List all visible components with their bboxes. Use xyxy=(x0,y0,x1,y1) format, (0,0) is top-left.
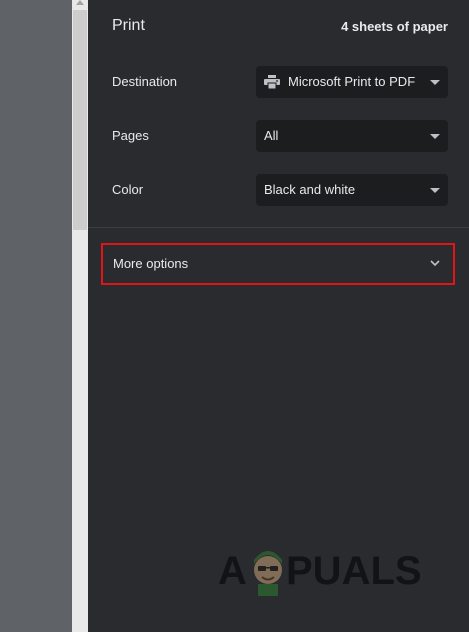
svg-text:A: A xyxy=(218,549,247,593)
svg-text:PUALS: PUALS xyxy=(286,549,422,593)
pages-label: Pages xyxy=(112,128,149,143)
destination-value: Microsoft Print to PDF xyxy=(288,74,416,89)
section-divider xyxy=(88,227,469,228)
scroll-up-arrow-icon[interactable] xyxy=(76,0,84,5)
preview-scrollbar[interactable] xyxy=(72,0,88,632)
color-label: Color xyxy=(112,182,144,197)
color-value: Black and white xyxy=(264,182,356,197)
more-options-label: More options xyxy=(113,256,189,271)
pages-select[interactable]: All xyxy=(256,120,448,152)
appuals-watermark-logo: A PUALS xyxy=(218,549,422,596)
print-preview-area xyxy=(0,0,72,632)
color-select[interactable]: Black and white xyxy=(256,174,448,206)
sheet-count: 4 sheets of paper xyxy=(341,19,448,34)
pages-value: All xyxy=(264,128,279,143)
destination-label: Destination xyxy=(112,74,178,89)
pages-row: Pages All xyxy=(88,120,469,152)
print-dialog: Print 4 sheets of paper Destination Micr… xyxy=(0,0,469,632)
page-title: Print xyxy=(112,17,145,34)
dropdown-arrow-icon xyxy=(430,188,440,193)
dropdown-arrow-icon xyxy=(430,134,440,139)
print-settings-panel: Print 4 sheets of paper Destination Micr… xyxy=(88,0,469,632)
dropdown-arrow-icon xyxy=(430,80,440,85)
print-header: Print 4 sheets of paper xyxy=(88,0,469,54)
scrollbar-thumb[interactable] xyxy=(73,10,87,230)
printer-icon xyxy=(264,75,280,89)
destination-select[interactable]: Microsoft Print to PDF xyxy=(256,66,448,98)
more-options-toggle[interactable]: More options xyxy=(101,243,455,285)
destination-row: Destination Microsoft Print to PDF xyxy=(88,66,469,98)
chevron-down-icon xyxy=(430,260,440,267)
color-row: Color Black and white xyxy=(88,174,469,206)
